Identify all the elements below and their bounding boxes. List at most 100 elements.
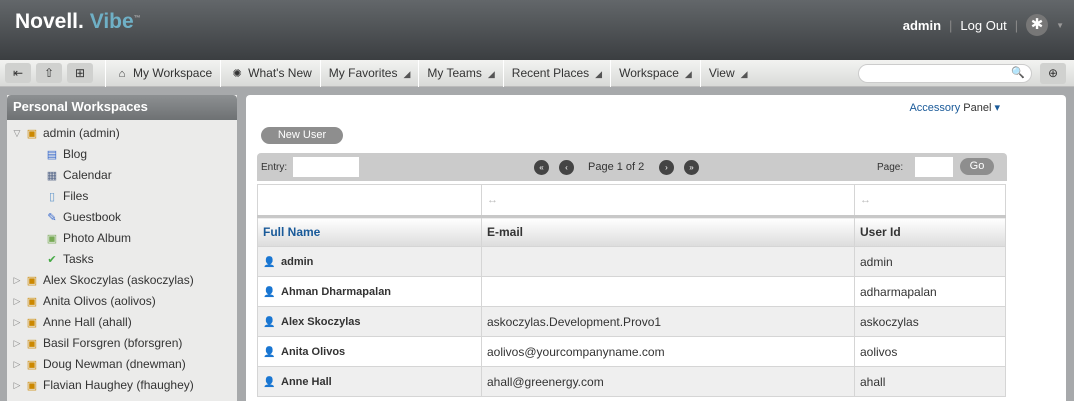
- user-icon: 👤: [263, 287, 276, 298]
- divider: |: [949, 17, 953, 33]
- nav-workspace[interactable]: Workspace ◢: [610, 59, 700, 87]
- users-table: ↔ ↔ Full Name E-mail User Id 👤 admin admin 👤 Ah…: [257, 184, 1006, 397]
- user-icon: 👤: [263, 377, 276, 388]
- tree-item-workspace[interactable]: ▷ ▣ Doug Newman (dnewman): [7, 354, 237, 375]
- search-input[interactable]: 🔍: [858, 64, 1032, 83]
- dropdown-arrow-icon: ◢: [740, 68, 748, 79]
- entry-label: Entry:: [261, 162, 288, 173]
- workspace-icon: ▣: [26, 127, 38, 140]
- tree-item-calendar[interactable]: ▦ Calendar: [7, 165, 237, 186]
- user-name-link[interactable]: Anne Hall: [281, 376, 332, 388]
- calendar-icon: ▦: [46, 169, 58, 182]
- nav-what-s-new[interactable]: ✺ What's New: [220, 59, 320, 87]
- logout-link[interactable]: Log Out: [960, 18, 1006, 33]
- tree-icon[interactable]: ⊞: [67, 63, 93, 83]
- next-page-icon[interactable]: ›: [659, 160, 674, 175]
- expand-icon[interactable]: ▷: [10, 312, 24, 333]
- accessory-panel-toggle[interactable]: Accessory Panel ▾: [909, 101, 1000, 114]
- column-header-user-id[interactable]: User Id: [854, 215, 1006, 247]
- table-row: 👤 Ahman Dharmapalan adharmapalan: [257, 276, 1006, 307]
- email-cell: aolivos@yourcompanyname.com: [481, 336, 855, 367]
- go-button[interactable]: Go: [960, 158, 994, 175]
- search-icon[interactable]: 🔍: [1011, 66, 1025, 79]
- whats-new-icon: ✺: [232, 67, 242, 80]
- tree-item-photo-album[interactable]: ▣ Photo Album: [7, 228, 237, 249]
- tree-item-admin[interactable]: ▽ ▣ admin (admin): [7, 123, 237, 144]
- email-cell: [481, 276, 855, 307]
- workspace-icon: ▣: [26, 316, 38, 329]
- new-user-button[interactable]: New User: [261, 127, 343, 144]
- expand-icon[interactable]: ▷: [10, 375, 24, 396]
- entry-input[interactable]: [293, 157, 359, 177]
- nav-recent-places[interactable]: Recent Places ◢: [502, 59, 610, 87]
- user-id-cell: askoczylas: [854, 306, 1006, 337]
- email-cell: [481, 246, 855, 277]
- dropdown-arrow-icon: ◢: [595, 68, 603, 79]
- upload-icon[interactable]: ⇧: [36, 63, 62, 83]
- nav-my-favorites[interactable]: My Favorites ◢: [319, 59, 419, 87]
- files-icon: ▯: [48, 190, 56, 203]
- tree-item-workspace[interactable]: ▷ ▣ Anita Olivos (aolivos): [7, 291, 237, 312]
- user-name-link[interactable]: Alex Skoczylas: [281, 316, 361, 328]
- dropdown-arrow-icon: ◢: [487, 68, 495, 79]
- workspace-icon: ▣: [26, 337, 38, 350]
- email-cell: ahall@greenergy.com: [481, 366, 855, 397]
- column-resize-icon[interactable]: ↔: [481, 184, 855, 217]
- page-indicator: Page 1 of 2: [588, 161, 645, 173]
- user-id-cell: admin: [854, 246, 1006, 277]
- photo-album-icon: ▣: [46, 232, 58, 245]
- nav-view[interactable]: View ◢: [699, 59, 756, 87]
- workspace-icon: ▣: [26, 295, 38, 308]
- nav-my-workspace[interactable]: ⌂ My Workspace: [105, 59, 220, 87]
- prev-page-icon[interactable]: ‹: [559, 160, 574, 175]
- user-bar: admin | Log Out | ✱ ▼: [903, 14, 1064, 36]
- home-icon: ⌂: [118, 67, 126, 80]
- workspace-icon: ▣: [26, 358, 38, 371]
- user-name-link[interactable]: admin: [903, 18, 941, 33]
- divider: |: [1014, 17, 1019, 33]
- user-icon: 👤: [263, 347, 276, 358]
- gear-icon[interactable]: ✱: [1026, 14, 1049, 36]
- advanced-search-icon[interactable]: ⊕: [1040, 63, 1066, 84]
- blog-icon: ▤: [46, 148, 58, 161]
- sidebar: Personal Workspaces ▽ ▣ admin (admin) ▤ Blo…: [7, 95, 237, 401]
- user-icon: 👤: [263, 257, 276, 268]
- tree-item-workspace[interactable]: ▷ ▣ Alex Skoczylas (askoczylas): [7, 270, 237, 291]
- column-resize-icon[interactable]: ↔: [854, 184, 1006, 217]
- tree-item-files[interactable]: ▯ Files: [7, 186, 237, 207]
- nav-my-teams[interactable]: My Teams ◢: [418, 59, 502, 87]
- table-row: 👤 Anne Hall ahall@greenergy.com ahall: [257, 366, 1006, 397]
- column-header-full-name[interactable]: Full Name: [257, 215, 482, 247]
- expand-icon[interactable]: ▷: [10, 354, 24, 375]
- tasks-icon: ✔: [47, 253, 57, 266]
- tree-item-blog[interactable]: ▤ Blog: [7, 144, 237, 165]
- tree-item-tasks[interactable]: ✔ Tasks: [7, 249, 237, 270]
- back-icon[interactable]: ⇤: [5, 63, 31, 83]
- email-cell: askoczylas.Development.Provo1: [481, 306, 855, 337]
- last-page-icon[interactable]: »: [684, 160, 699, 175]
- expand-icon[interactable]: ▷: [10, 333, 24, 354]
- user-id-cell: adharmapalan: [854, 276, 1006, 307]
- user-name-link[interactable]: Ahman Dharmapalan: [281, 286, 391, 298]
- user-name-link[interactable]: admin: [281, 256, 313, 268]
- collapse-icon[interactable]: ▽: [10, 123, 24, 144]
- workspace-icon: ▣: [26, 379, 38, 392]
- header: Novell. Vibe™ admin | Log Out | ✱ ▼: [0, 0, 1074, 60]
- first-page-icon[interactable]: «: [534, 160, 549, 175]
- tree-item-workspace[interactable]: ▷ ▣ Basil Forsgren (bforsgren): [7, 333, 237, 354]
- expand-icon[interactable]: ▷: [10, 270, 24, 291]
- toolbar: ⇤ ⇧ ⊞ ⌂ My Workspace ✺ What's New My Favorit…: [0, 59, 1074, 87]
- tree-item-workspace[interactable]: ▷ ▣ Flavian Haughey (fhaughey): [7, 375, 237, 396]
- tree-item-guestbook[interactable]: ✎ Guestbook: [7, 207, 237, 228]
- table-row: 👤 Alex Skoczylas askoczylas.Development.Pr…: [257, 306, 1006, 337]
- table-row: 👤 admin admin: [257, 246, 1006, 277]
- user-name-link[interactable]: Anita Olivos: [281, 346, 345, 358]
- chevron-down-icon[interactable]: ▼: [1056, 21, 1064, 30]
- page-input[interactable]: [915, 157, 953, 177]
- column-header-email[interactable]: E-mail: [481, 215, 855, 247]
- dropdown-arrow-icon: ◢: [684, 68, 692, 79]
- workspace-icon: ▣: [26, 274, 38, 287]
- tree-item-workspace[interactable]: ▷ ▣ Anne Hall (ahall): [7, 312, 237, 333]
- expand-icon[interactable]: ▷: [10, 291, 24, 312]
- guestbook-icon: ✎: [47, 211, 57, 224]
